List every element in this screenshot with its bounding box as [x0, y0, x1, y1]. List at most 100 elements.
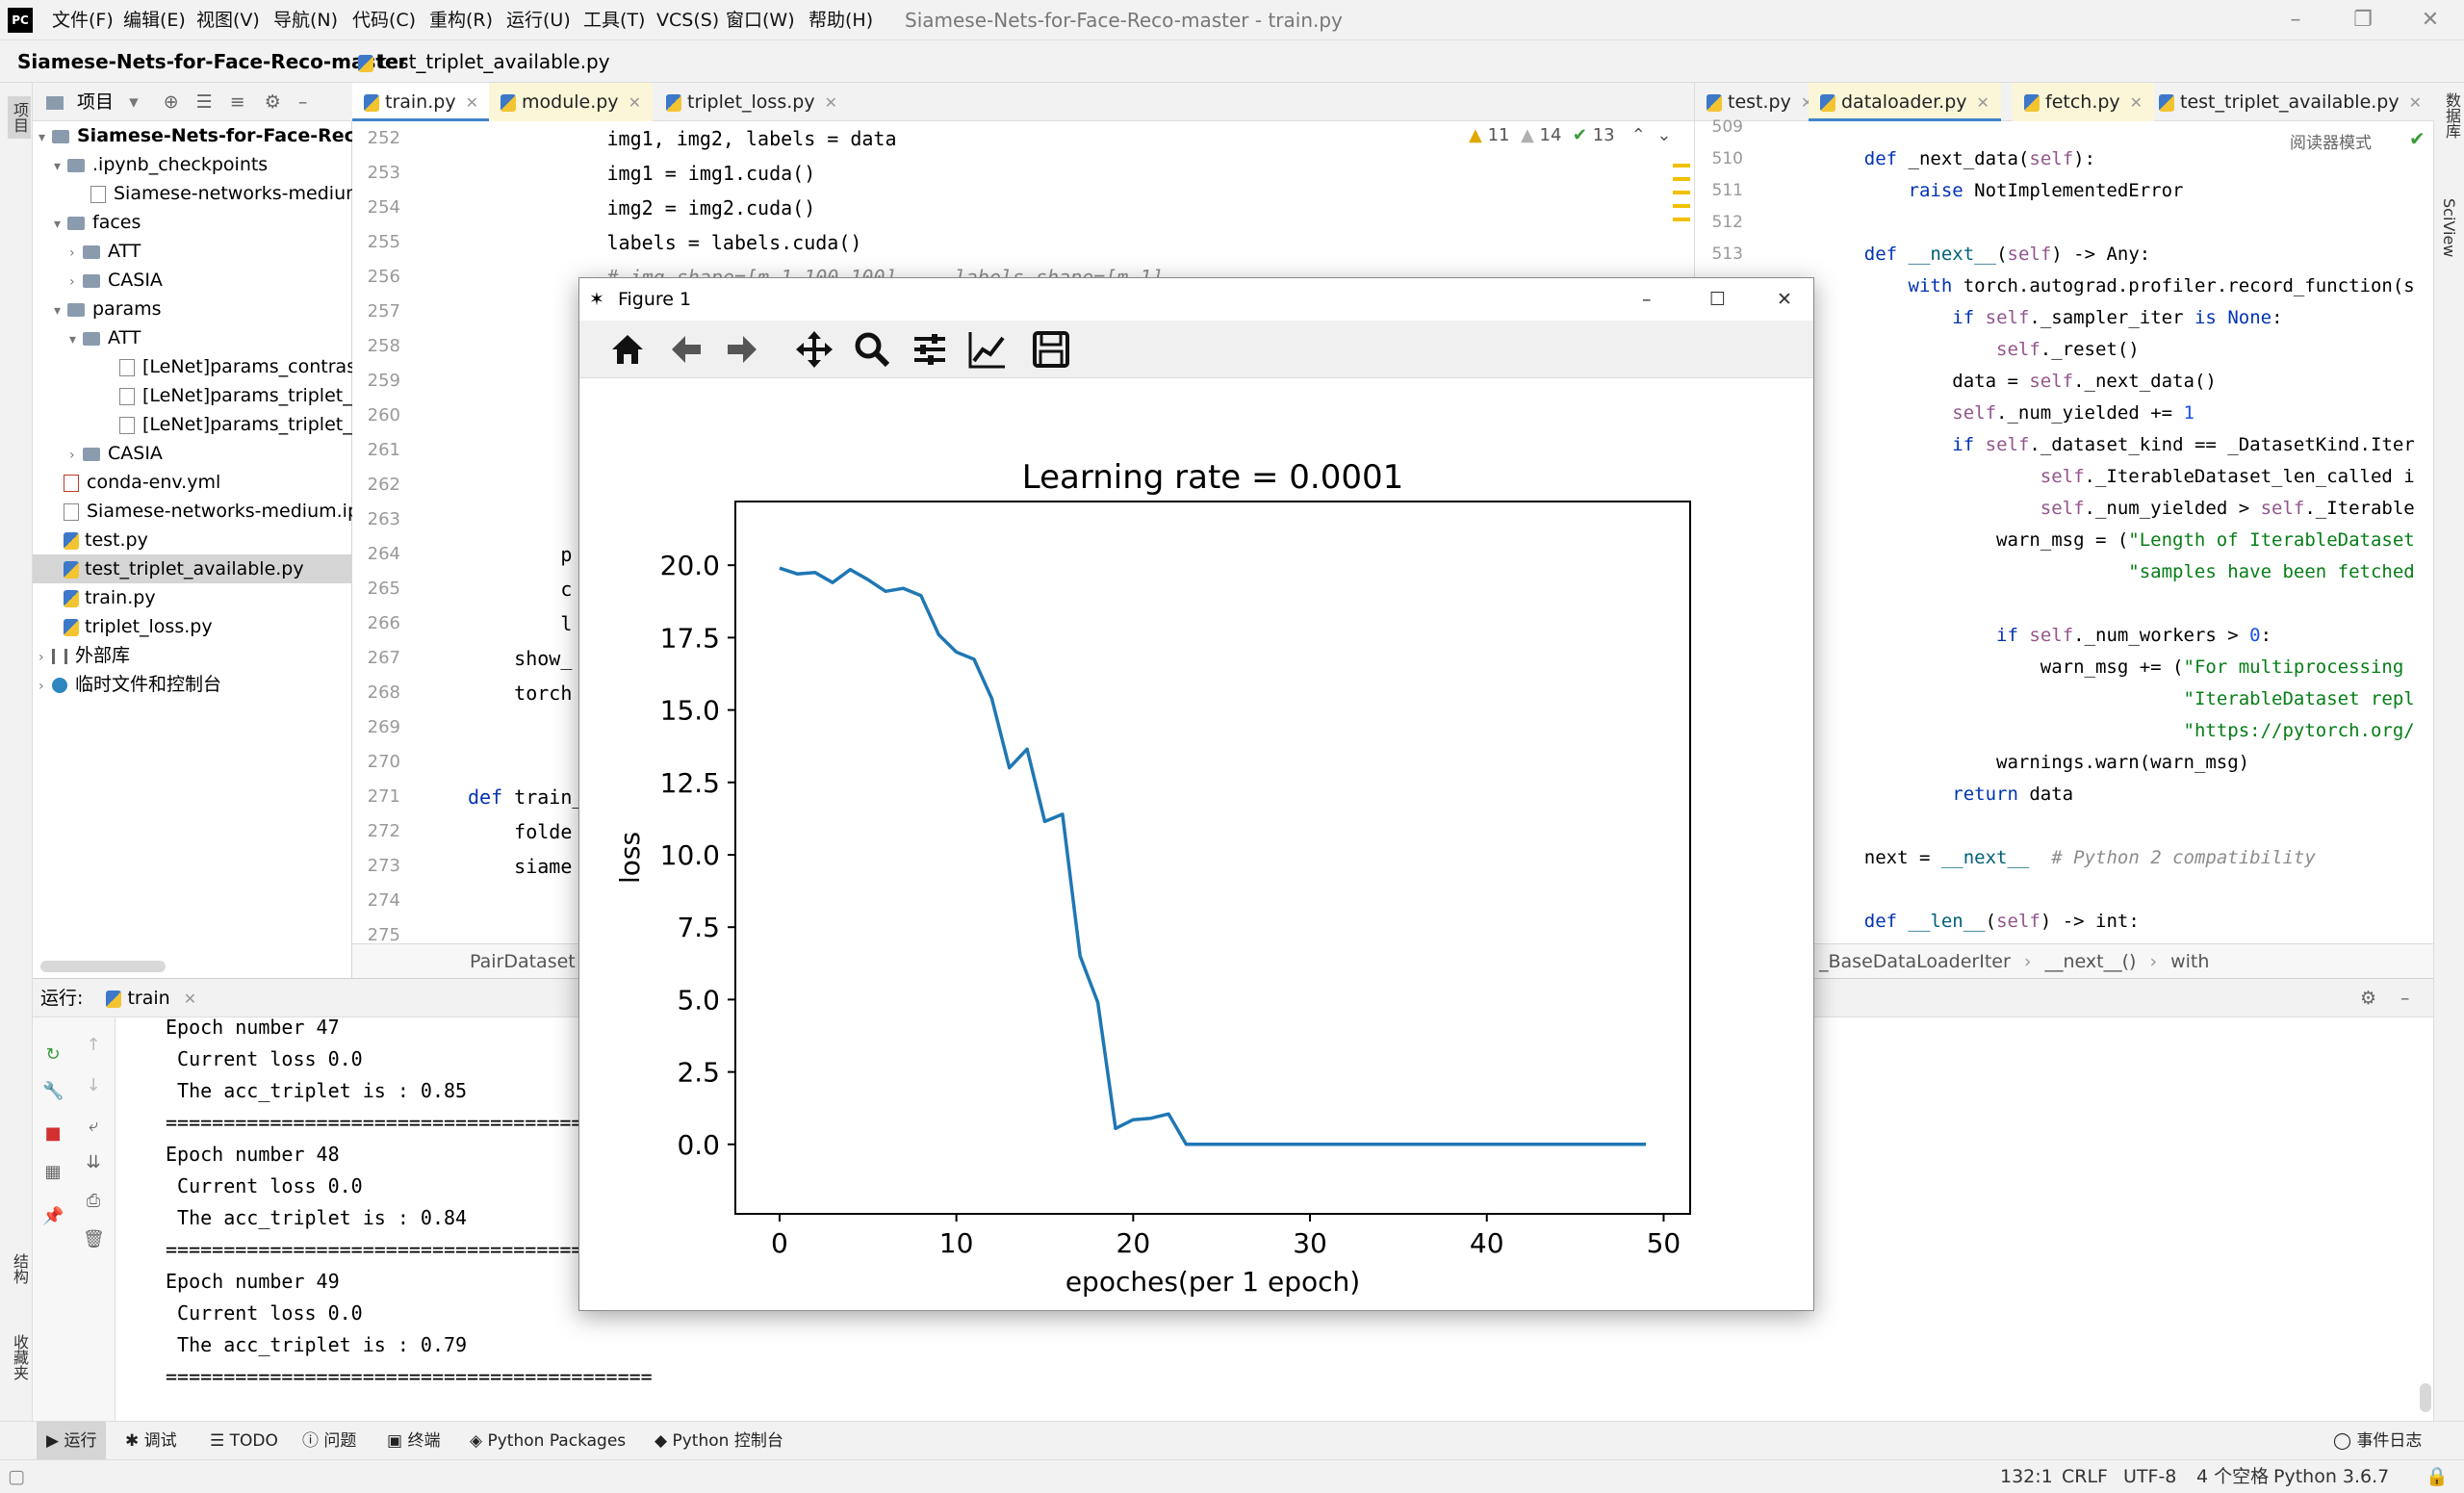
tree-item-file[interactable]: conda-env.yml — [33, 468, 352, 497]
tab-triplet-loss-py[interactable]: triplet_loss.py ✕ — [654, 83, 849, 121]
breadcrumb-class[interactable]: PairDataset — [470, 951, 576, 972]
code-line[interactable]: self._num_yielded > self._Iterable — [1820, 493, 2415, 525]
tree-item-scratches[interactable]: › 临时文件和控制台 — [33, 670, 352, 699]
lock-icon[interactable]: 🔒 — [2426, 1460, 2449, 1493]
maximize-icon[interactable]: ❐ — [2329, 0, 2397, 40]
favorites-tool-tab[interactable]: 收藏夹 — [8, 1334, 31, 1380]
warning-stripe-markers[interactable] — [1673, 164, 1690, 221]
square-icon[interactable]: ▢ — [8, 1460, 25, 1493]
code-line[interactable]: img1 = img1.cuda() — [468, 156, 815, 191]
event-log[interactable]: ◯ 事件日志 — [2333, 1422, 2422, 1460]
menu-code[interactable]: 代码(C) — [346, 0, 422, 40]
tree-item-folder[interactable]: ▾ .ipynb_checkpoints — [33, 150, 352, 179]
gear-icon[interactable]: ⚙ — [265, 91, 281, 113]
tree-item-folder[interactable]: ▾ params — [33, 295, 352, 323]
code-area[interactable]: def _next_data(self): raise NotImplement… — [1810, 121, 2434, 949]
code-line[interactable]: warn_msg += ("For multiprocessing — [1820, 652, 2404, 683]
breadcrumb-file[interactable]: test_triplet_available.py — [358, 40, 610, 83]
trash-icon[interactable]: 🗑 — [83, 1229, 105, 1250]
minimize-icon[interactable]: – — [2262, 0, 2329, 40]
project-tool-tab[interactable]: 项目 — [8, 96, 31, 139]
indent-setting[interactable]: 4 个空格 — [2196, 1460, 2269, 1493]
stop-icon[interactable]: ■ — [42, 1123, 64, 1145]
code-line[interactable]: l — [468, 606, 572, 641]
tree-item-file[interactable]: test.py — [33, 526, 352, 554]
expand-all-icon[interactable]: ☰ — [196, 91, 213, 113]
gear-icon[interactable]: ⚙ — [2360, 979, 2376, 1017]
tree-item-folder[interactable]: ▾ faces — [33, 208, 352, 237]
close-icon[interactable]: ✕ — [825, 93, 837, 112]
code-line[interactable]: def _next_data(self): — [1820, 143, 2095, 175]
menu-window[interactable]: 窗口(W) — [720, 0, 801, 40]
tab-module-py[interactable]: module.py ✕ — [489, 83, 653, 121]
menu-file[interactable]: 文件(F) — [46, 0, 119, 40]
scroll-to-end-icon[interactable]: ⇊ — [83, 1152, 104, 1173]
breadcrumb-project[interactable]: Siamese-Nets-for-Face-Reco-master — [17, 40, 407, 83]
tree-item-library[interactable]: › 外部库 — [33, 641, 352, 670]
tree-item-file-selected[interactable]: test_triplet_available.py — [33, 554, 352, 583]
layout-icon[interactable]: ▦ — [42, 1162, 64, 1183]
code-line[interactable]: warnings.warn(warn_msg) — [1820, 747, 2249, 779]
tree-item-folder[interactable]: › CASIA — [33, 266, 352, 295]
close-icon[interactable]: ✕ — [2409, 93, 2422, 112]
tree-item-file[interactable]: [LeNet]params_contrastiv — [33, 352, 352, 381]
back-icon[interactable] — [664, 328, 706, 371]
run-tab-train[interactable]: train — [127, 988, 169, 1009]
close-icon[interactable]: ✕ — [1777, 278, 1792, 321]
tab-dataloader-py[interactable]: dataloader.py ✕ — [1809, 83, 2001, 121]
hide-icon[interactable]: – — [2400, 979, 2410, 1017]
code-line[interactable]: "IterableDataset repl — [1820, 683, 2415, 715]
pan-icon[interactable] — [793, 328, 835, 371]
maximize-icon[interactable]: ☐ — [1709, 278, 1726, 321]
tree-item-file[interactable]: triplet_loss.py — [33, 612, 352, 641]
code-line[interactable]: with torch.autograd.profiler.record_func… — [1820, 270, 2415, 302]
tree-item-file[interactable]: Siamese-networks-medium.ipyn — [33, 497, 352, 526]
close-icon[interactable]: ✕ — [1977, 93, 1989, 112]
tab-python-console[interactable]: ◆ Python 控制台 — [654, 1422, 783, 1460]
breadcrumb-method[interactable]: __next__() — [2044, 951, 2136, 972]
python-interpreter[interactable]: Python 3.6.7 — [2273, 1460, 2389, 1493]
zoom-icon[interactable] — [851, 328, 893, 371]
tree-root[interactable]: ▾Siamese-Nets-for-Face-Reco-mas — [33, 121, 352, 150]
save-icon[interactable] — [1030, 328, 1072, 371]
arrow-up-icon[interactable]: ↑ — [83, 1035, 104, 1056]
code-line[interactable]: raise NotImplementedError — [1820, 175, 2184, 207]
configure-icon[interactable] — [909, 328, 951, 371]
close-icon[interactable]: ✕ — [629, 93, 641, 112]
caret-position[interactable]: 132:1 — [2000, 1460, 2053, 1493]
structure-tool-tab[interactable]: 结构 — [8, 1253, 31, 1284]
code-line[interactable]: if self._dataset_kind == _DatasetKind.It… — [1820, 429, 2414, 461]
close-icon[interactable]: ✕ — [466, 93, 478, 112]
file-encoding[interactable]: UTF-8 — [2123, 1460, 2176, 1493]
rerun-icon[interactable]: ↻ — [42, 1044, 64, 1066]
code-line[interactable]: img2 = img2.cuda() — [468, 191, 815, 225]
tab-train-py[interactable]: train.py ✕ — [352, 83, 490, 121]
tree-item-file[interactable]: train.py — [33, 583, 352, 612]
code-line[interactable]: folde — [468, 814, 572, 849]
edit-axis-icon[interactable] — [966, 328, 1009, 371]
close-icon[interactable]: ✕ — [2397, 0, 2464, 40]
code-line[interactable]: return data — [1820, 779, 2073, 811]
tree-item-folder[interactable]: ▾ ATT — [33, 323, 352, 352]
code-line[interactable]: siame — [468, 849, 572, 884]
close-icon[interactable]: ✕ — [2130, 93, 2143, 112]
code-line[interactable]: img1, img2, labels = data — [468, 121, 896, 156]
wrench-icon[interactable]: 🔧 — [42, 1081, 64, 1102]
tree-item-folder[interactable]: › CASIA — [33, 439, 352, 468]
code-line[interactable]: if self._num_workers > 0: — [1820, 620, 2272, 652]
menu-run[interactable]: 运行(U) — [500, 0, 577, 40]
code-line[interactable]: if self._sampler_iter is None: — [1820, 302, 2282, 334]
tab-python-packages[interactable]: ◈ Python Packages — [470, 1422, 626, 1460]
code-line[interactable]: def __len__(self) -> int: — [1820, 906, 2140, 938]
menu-navigate[interactable]: 导航(N) — [268, 0, 344, 40]
project-panel-title[interactable]: 项目 — [77, 91, 114, 113]
code-line[interactable]: self._reset() — [1820, 334, 2140, 366]
code-line[interactable]: data = self._next_data() — [1820, 366, 2217, 398]
database-tool-tab[interactable]: 数据库 — [2440, 92, 2463, 139]
code-line[interactable]: self._num_yielded += 1 — [1820, 398, 2194, 429]
pin-icon[interactable]: 📌 — [42, 1206, 64, 1227]
code-line[interactable]: c — [468, 572, 572, 606]
forward-icon[interactable] — [722, 328, 764, 371]
tab-fetch-py[interactable]: fetch.py ✕ — [2013, 83, 2155, 121]
tree-item-folder[interactable]: › ATT — [33, 237, 352, 266]
